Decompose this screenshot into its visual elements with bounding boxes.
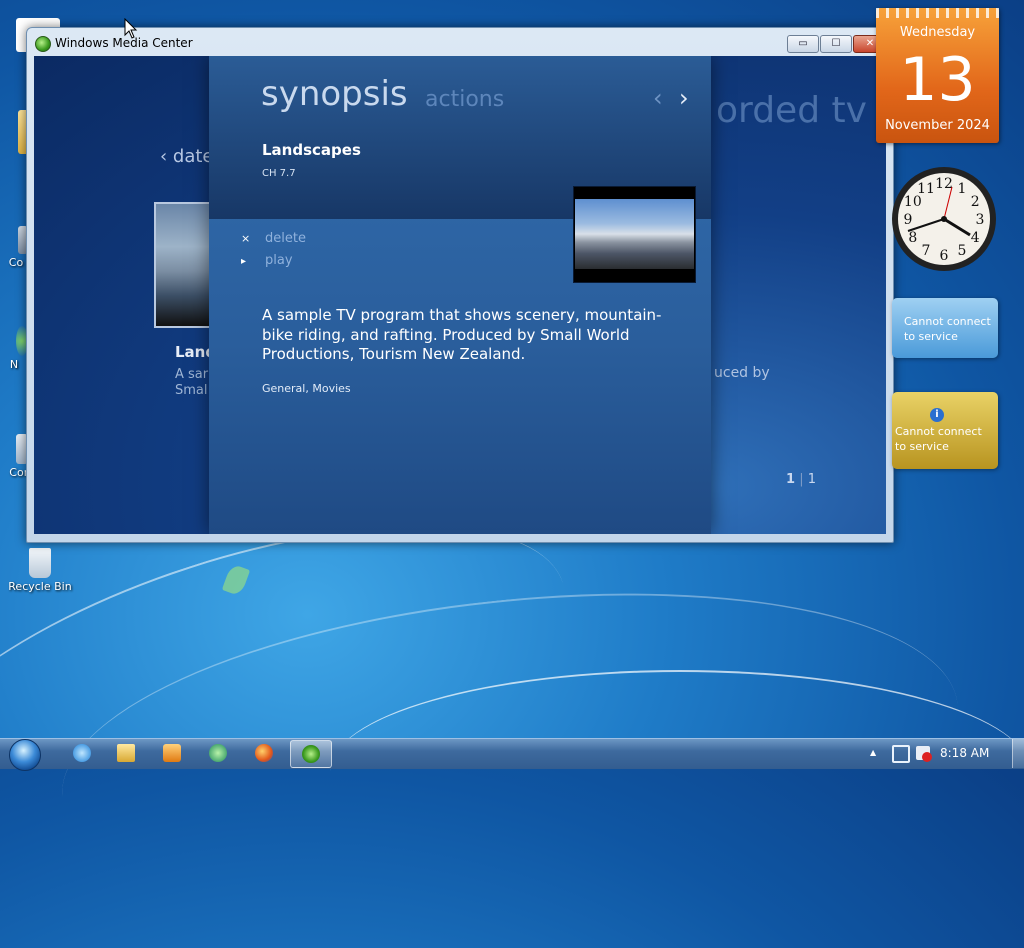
recording-thumbnail[interactable] xyxy=(154,202,216,328)
clock-numeral: 4 xyxy=(971,230,980,246)
produced-by-text: uced by xyxy=(714,365,770,381)
clock-numeral: 2 xyxy=(971,194,980,210)
clock-numeral: 6 xyxy=(940,248,949,264)
desktop-icon-label: Recycle Bin xyxy=(8,580,72,593)
clock-numeral: 7 xyxy=(922,243,931,259)
chevron-right-icon[interactable]: › xyxy=(679,84,689,112)
start-button[interactable] xyxy=(6,738,44,771)
media-center-window: Windows Media Center ▭ ☐ ✕ ‹ date Land A… xyxy=(26,27,894,543)
media-player-icon xyxy=(163,744,181,762)
show-desktop-button[interactable] xyxy=(1012,739,1024,768)
clock-numeral: 5 xyxy=(958,243,967,259)
recording-desc: A sar Smal xyxy=(175,367,208,399)
calendar-month: November 2024 xyxy=(885,118,990,133)
tab-actions[interactable]: actions xyxy=(425,87,504,112)
taskbar-windows-explorer[interactable] xyxy=(106,740,146,766)
desktop-icon-recycle-bin[interactable]: Recycle Bin xyxy=(8,548,72,593)
windows-logo-icon xyxy=(9,739,41,771)
clock-time[interactable]: 8:18 AM xyxy=(940,746,989,760)
taskbar-media-player[interactable] xyxy=(152,740,192,766)
clock-face: 12 1234567891011 xyxy=(892,167,996,271)
recording-desc-line: A sar xyxy=(175,367,209,382)
desktop-icon-label: Co xyxy=(8,256,24,269)
folder-icon xyxy=(117,744,135,762)
info-icon: i xyxy=(930,408,944,422)
feed-gadget[interactable]: Cannot connect to service xyxy=(892,298,998,358)
clock-center xyxy=(941,216,947,222)
clock-numeral: 8 xyxy=(908,230,917,246)
taskbar-messenger[interactable] xyxy=(198,740,238,766)
date-nav-link[interactable]: ‹ date xyxy=(160,146,214,167)
maximize-button[interactable]: ☐ xyxy=(820,35,852,53)
section-title: orded tv xyxy=(716,90,867,131)
page-total: 1 xyxy=(807,472,816,487)
gadget-status: Cannot connect to service xyxy=(895,424,982,454)
program-channel: CH 7.7 xyxy=(262,168,296,179)
mouse-cursor-icon xyxy=(124,18,138,39)
calendar-weekday: Wednesday xyxy=(899,25,976,40)
mountain-thumbnail xyxy=(575,199,694,269)
program-preview xyxy=(573,186,696,283)
tab-synopsis[interactable]: synopsis xyxy=(261,74,408,114)
volume-muted-icon[interactable] xyxy=(916,746,932,762)
network-tray-icon[interactable] xyxy=(892,745,910,763)
muted-badge-icon xyxy=(922,752,932,762)
clock-numeral: 9 xyxy=(904,212,913,228)
recycle-bin-icon xyxy=(29,548,51,578)
gadget-status-line: to service xyxy=(895,440,949,453)
gadget-status-line: to service xyxy=(904,330,958,343)
clock-numeral: 1 xyxy=(958,181,967,197)
delete-label: delete xyxy=(265,231,306,246)
page-separator: | xyxy=(799,472,808,487)
media-center-logo-icon xyxy=(35,36,51,52)
delete-icon: × xyxy=(241,232,251,245)
synopsis-text: A sample TV program that shows scenery, … xyxy=(262,306,662,363)
clock-numeral: 11 xyxy=(917,181,935,197)
clock-numeral: 3 xyxy=(976,212,985,228)
taskbar-internet-explorer[interactable] xyxy=(62,740,102,766)
clock-numeral: 12 xyxy=(935,176,953,192)
taskbar-firefox[interactable] xyxy=(244,740,284,766)
calendar-day: 13 xyxy=(899,45,976,115)
media-center-icon xyxy=(302,745,320,763)
calendar-gadget[interactable]: Wednesday 13 November 2024 xyxy=(876,8,999,143)
title-bar[interactable]: Windows Media Center ▭ ☐ ✕ xyxy=(27,28,893,56)
taskbar-windows-media-center[interactable] xyxy=(290,740,332,768)
page-current: 1 xyxy=(786,472,796,487)
calendar-rings xyxy=(876,8,999,18)
gadget-status-line: Cannot connect xyxy=(895,425,982,438)
play-action[interactable]: ▸ play xyxy=(241,253,293,268)
media-center-content: ‹ date Land A sar Smal orded tv uced by … xyxy=(34,56,886,534)
program-title: Landscapes xyxy=(262,141,361,159)
currency-gadget[interactable]: i Cannot connect to service xyxy=(892,392,998,469)
delete-action[interactable]: × delete xyxy=(241,231,306,246)
firefox-icon xyxy=(255,744,273,762)
gadget-status: Cannot connect to service xyxy=(904,314,991,344)
messenger-icon xyxy=(209,744,227,762)
recording-desc-line: Smal xyxy=(175,383,208,398)
synopsis-panel: synopsis actions ‹ › Landscapes CH 7.7 ×… xyxy=(209,56,711,534)
desktop-swoosh xyxy=(330,670,1024,872)
desktop-icon-label: N xyxy=(9,358,19,371)
play-icon: ▸ xyxy=(241,256,247,267)
tray-show-hidden-icon[interactable]: ▲ xyxy=(870,748,876,757)
page-indicator: 1 | 1 xyxy=(786,472,816,487)
chevron-left-icon[interactable]: ‹ xyxy=(653,84,663,112)
gadget-status-line: Cannot connect xyxy=(904,315,991,328)
minimize-button[interactable]: ▭ xyxy=(787,35,819,53)
internet-explorer-icon xyxy=(73,744,91,762)
clock-gadget[interactable]: 12 1 2 3 4 5 6 7 8 9 10 11 xyxy=(890,157,998,281)
genre-text: General, Movies xyxy=(262,382,351,395)
play-label: play xyxy=(265,253,293,268)
